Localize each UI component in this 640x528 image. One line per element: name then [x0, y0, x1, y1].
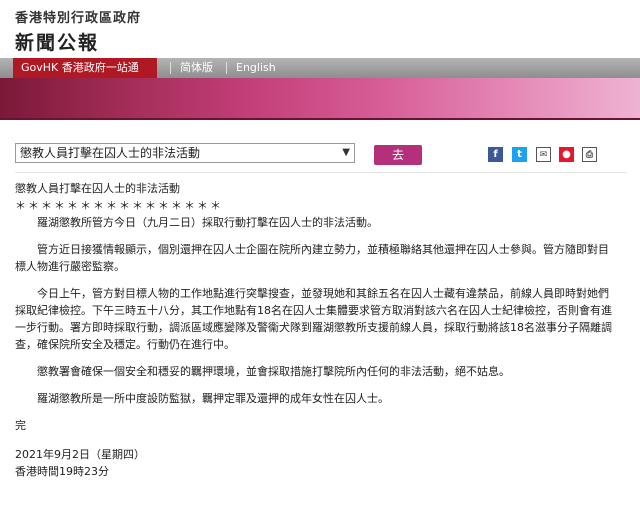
article-title: 懲教人員打擊在囚人士的非法活動: [15, 182, 180, 195]
simplified-chinese-link[interactable]: 简体版: [180, 58, 213, 78]
print-icon[interactable]: ⎙: [582, 147, 597, 162]
article-paragraph: 今日上午，管方對目標人物的工作地點進行突擊搜查，並發現她和其餘五名在囚人士藏有違…: [15, 287, 612, 351]
content-divider: [15, 172, 627, 173]
chevron-down-icon: ▼: [342, 147, 350, 158]
government-name[interactable]: 香港特別行政區政府: [15, 7, 141, 26]
release-time: 香港時間19時23分: [15, 465, 109, 478]
article-select[interactable]: 懲教人員打擊在囚人士的非法活動 ▼: [15, 143, 355, 163]
facebook-icon[interactable]: f: [488, 147, 503, 162]
article-paragraph: 懲教署會確保一個安全和穩妥的羈押環境，並會採取措施打擊院所內任何的非法活動，絕不…: [37, 365, 510, 378]
article-paragraph: 管方近日接獲情報顯示，個別還押在囚人士企圖在院所內建立勢力，並積極聯絡其他還押在…: [15, 243, 609, 273]
article-body: 懲教人員打擊在囚人士的非法活動 ＊＊＊＊＊＊＊＊＊＊＊＊＊＊＊＊ 羅湖懲教所管方…: [15, 180, 615, 480]
release-date: 2021年9月2日（星期四）: [15, 448, 145, 461]
end-marker: 完: [15, 419, 26, 432]
nav-divider: [226, 62, 227, 74]
english-link[interactable]: English: [236, 58, 276, 78]
title-stars: ＊＊＊＊＊＊＊＊＊＊＊＊＊＊＊＊: [15, 199, 223, 212]
article-select-value: 懲教人員打擊在囚人士的非法活動: [20, 146, 201, 160]
weibo-icon[interactable]: ●: [559, 147, 574, 162]
header-banner: [0, 78, 640, 118]
article-paragraph: 羅湖懲教所是一所中度設防監獄，羈押定罪及還押的成年女性在囚人士。: [37, 392, 389, 405]
banner-divider: [0, 118, 640, 120]
article-paragraph: 羅湖懲教所管方今日（九月二日）採取行動打擊在囚人士的非法活動。: [37, 216, 378, 229]
govhk-link[interactable]: GovHK 香港政府一站通: [13, 58, 157, 78]
twitter-icon[interactable]: t: [512, 147, 527, 162]
site-header: 香港特別行政區政府 新聞公報: [0, 0, 640, 58]
mail-icon[interactable]: ✉: [536, 147, 551, 162]
go-button[interactable]: 去: [374, 145, 422, 165]
press-release-heading[interactable]: 新聞公報: [15, 28, 99, 55]
top-nav-bar: GovHK 香港政府一站通 简体版 English: [0, 58, 640, 78]
nav-divider: [170, 62, 171, 74]
